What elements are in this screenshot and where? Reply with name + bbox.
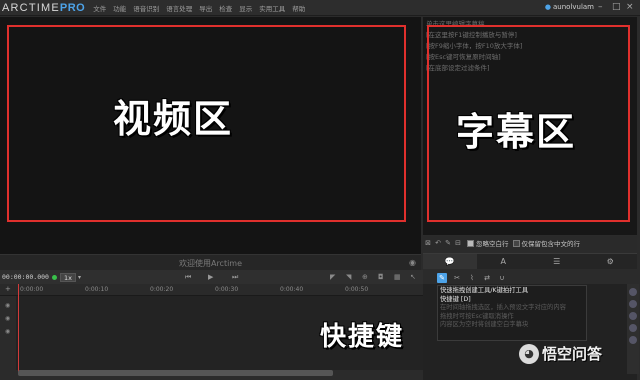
menu-help[interactable]: 帮助 bbox=[292, 3, 305, 13]
menu-language[interactable]: 语言处理 bbox=[166, 3, 192, 13]
user-account[interactable]: ● aunolvulam bbox=[545, 3, 594, 11]
side-tabs: 💬 A ☰ ⚙ bbox=[423, 253, 637, 269]
tooltip-desc: 在时间轴拖拽选区，插入预设文字对应的内容 bbox=[440, 304, 566, 312]
delete-icon[interactable]: ⊟ bbox=[453, 239, 463, 247]
prev-frame-icon[interactable]: ⏮ bbox=[185, 273, 191, 282]
status-dot bbox=[51, 274, 57, 280]
tooltip-title: 快速拖拽创建工具/K键拍打工具 bbox=[440, 287, 529, 294]
marker-icon[interactable]: ◤ bbox=[330, 273, 335, 281]
tick-label: 0:00:30 bbox=[215, 286, 239, 293]
tick-label: 0:00:20 bbox=[150, 286, 174, 293]
menu-tools[interactable]: 实用工具 bbox=[259, 3, 285, 13]
edit-icon[interactable]: ✎ bbox=[443, 239, 453, 247]
track-eye-icon[interactable]: ◉ bbox=[5, 315, 10, 322]
brush-icon[interactable]: ⌇ bbox=[467, 273, 477, 283]
menu-check[interactable]: 检查 bbox=[219, 3, 232, 13]
undo-icon[interactable]: ↶ bbox=[433, 239, 443, 247]
menu-view[interactable]: 显示 bbox=[239, 3, 252, 13]
tick-label: 0:00:00 bbox=[20, 286, 44, 293]
speed-select[interactable]: 1x bbox=[59, 272, 76, 282]
chevron-down-icon[interactable]: ▾ bbox=[78, 274, 81, 281]
quick-create-tool-icon[interactable]: ✎ bbox=[437, 273, 447, 283]
tick-label: 0:00:10 bbox=[85, 286, 109, 293]
tooltip-shortcut: 快捷键 [D] bbox=[440, 295, 471, 303]
eye-icon[interactable]: ◉ bbox=[409, 258, 416, 267]
next-frame-icon[interactable]: ⏭ bbox=[232, 273, 238, 282]
tool-tooltip: 快速拖拽创建工具/K键拍打工具 快捷键 [D] 在时间轴拖拽选区，插入预设文字对… bbox=[437, 285, 587, 341]
scroll-knob[interactable] bbox=[629, 336, 637, 344]
swap-icon[interactable]: ⇄ bbox=[482, 273, 492, 283]
scroll-knob[interactable] bbox=[629, 288, 637, 296]
tick-label: 0:00:40 bbox=[280, 286, 304, 293]
tab-list[interactable]: ☰ bbox=[530, 254, 584, 269]
app-logo: ARCTIMEPRO bbox=[2, 1, 86, 14]
user-icon: ● bbox=[544, 3, 551, 11]
subtitle-area-label: 字幕区 bbox=[456, 110, 577, 154]
magnet-icon[interactable]: ∪ bbox=[497, 273, 507, 283]
menu-speech-recognition[interactable]: 语音识别 bbox=[133, 3, 159, 13]
timeline-scrollbar[interactable] bbox=[18, 370, 333, 376]
only-chinese-label: 仅保留包含中文的行 bbox=[521, 240, 581, 248]
ignore-empty-checkbox[interactable] bbox=[467, 239, 474, 247]
marker-alt-icon[interactable]: ◥ bbox=[346, 273, 351, 281]
subtitle-toolbar: ⊠ ↶ ✎ ⊟ 忽略空白行 仅保留包含中文的行 bbox=[423, 236, 637, 250]
timecode: 00:00:00.000 bbox=[2, 273, 49, 281]
zoom-icon[interactable]: ⊕ bbox=[362, 273, 368, 281]
tab-subtitles[interactable]: 💬 bbox=[423, 254, 477, 269]
scissors-icon[interactable]: ✂ bbox=[452, 273, 462, 283]
camera-icon[interactable]: ◘ bbox=[378, 273, 384, 281]
shortcut-label: 快捷键 bbox=[320, 322, 405, 352]
tab-font[interactable]: A bbox=[477, 254, 531, 269]
wukong-logo-icon: ◕ bbox=[519, 343, 539, 364]
track-eye-icon[interactable]: ◉ bbox=[5, 328, 10, 335]
minimize-icon[interactable]: – bbox=[598, 2, 603, 12]
add-track-icon[interactable]: + bbox=[5, 285, 11, 293]
ignore-empty-label: 忽略空白行 bbox=[476, 240, 509, 248]
scroll-knob[interactable] bbox=[629, 324, 637, 332]
cursor-icon[interactable]: ↖ bbox=[410, 273, 416, 281]
scroll-knob[interactable] bbox=[629, 312, 637, 320]
menu-function[interactable]: 功能 bbox=[113, 3, 126, 13]
watermark: ◕ 悟空问答 bbox=[519, 343, 602, 364]
menu-export[interactable]: 导出 bbox=[199, 3, 212, 13]
welcome-text: 欢迎使用Arctime bbox=[178, 259, 243, 268]
tab-settings[interactable]: ⚙ bbox=[584, 254, 638, 269]
tick-label: 0:00:50 bbox=[345, 286, 369, 293]
close-icon[interactable]: × bbox=[626, 2, 634, 12]
tooltip-desc: 内容区为空时将创建空白字幕块 bbox=[440, 321, 529, 329]
grid-icon[interactable]: ▦ bbox=[394, 273, 401, 281]
only-chinese-checkbox[interactable] bbox=[512, 239, 520, 247]
tool-row: ✎ ✂ ⌇ ⇄ ∪ bbox=[437, 272, 512, 284]
video-area-label: 视频区 bbox=[113, 97, 234, 141]
maximize-icon[interactable]: □ bbox=[612, 2, 621, 12]
clear-icon[interactable]: ⊠ bbox=[423, 239, 433, 247]
watermark-text: 悟空问答 bbox=[542, 345, 603, 363]
track-eye-icon[interactable]: ◉ bbox=[5, 302, 10, 309]
playhead[interactable] bbox=[18, 284, 19, 372]
menu-file[interactable]: 文件 bbox=[93, 3, 106, 13]
play-icon[interactable]: ▶ bbox=[208, 273, 213, 281]
scroll-knob[interactable] bbox=[629, 300, 637, 308]
